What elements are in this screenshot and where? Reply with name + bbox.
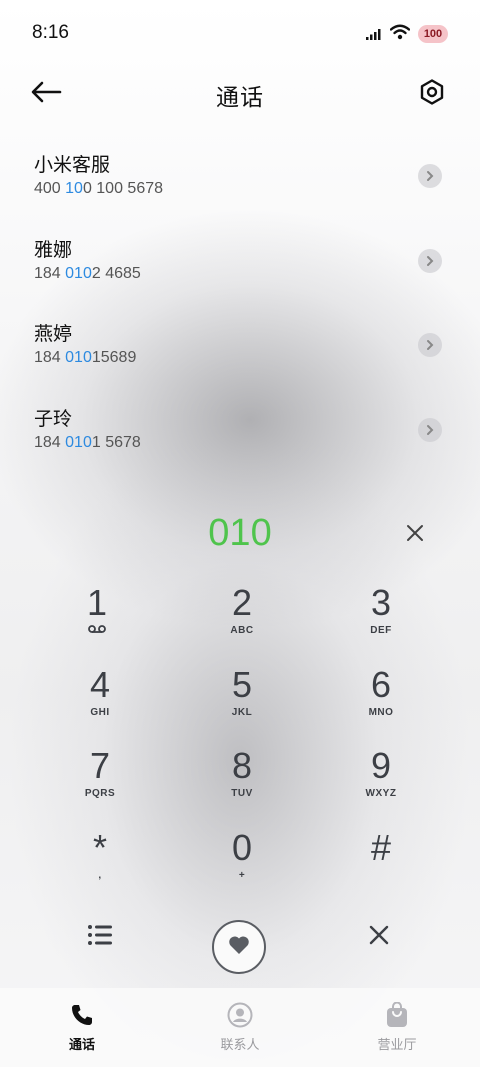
key-7[interactable]: 7 PQRS: [52, 745, 148, 815]
key-4[interactable]: 4 GHI: [52, 664, 148, 734]
bottom-tab-bar: 通话 联系人 营业厅: [0, 988, 480, 1067]
delete-button[interactable]: [364, 922, 394, 952]
result-row[interactable]: 燕婷 184 01015689: [0, 297, 480, 381]
key-0[interactable]: 0 +: [194, 827, 290, 897]
contact-name: 雅娜: [34, 239, 73, 261]
call-button[interactable]: [212, 920, 266, 974]
search-results-list: 小米客服 400 100 100 5678 雅娜 184 0102 4685 燕…: [0, 128, 480, 468]
status-icons: 100: [366, 22, 448, 46]
phone-icon: [32, 1000, 132, 1030]
delete-icon: [369, 925, 389, 949]
contact-name: 小米客服: [34, 154, 111, 176]
key-2[interactable]: 2 ABC: [194, 582, 290, 652]
row-detail-button[interactable]: [418, 333, 442, 357]
contact-name: 子玲: [34, 408, 73, 430]
chevron-right-icon: [425, 167, 435, 186]
chevron-right-icon: [425, 421, 435, 440]
list-icon: [87, 924, 113, 950]
contact-number: 184 0102 4685: [34, 265, 141, 282]
contact-number: 184 01015689: [34, 349, 137, 366]
close-icon: [406, 524, 424, 546]
row-detail-button[interactable]: [418, 249, 442, 273]
tab-contacts[interactable]: 联系人: [190, 1000, 290, 1053]
clear-input-button[interactable]: [400, 520, 430, 550]
result-row[interactable]: 子玲 184 0101 5678: [0, 382, 480, 466]
tab-calls[interactable]: 通话: [32, 1000, 132, 1053]
key-6[interactable]: 6 MNO: [333, 664, 429, 734]
voicemail-icon: [49, 624, 145, 639]
chevron-right-icon: [425, 336, 435, 355]
wifi-icon: [389, 24, 411, 44]
tab-store[interactable]: 营业厅: [347, 1000, 447, 1053]
key-5[interactable]: 5 JKL: [194, 664, 290, 734]
shopping-bag-icon: [347, 1000, 447, 1030]
page-title: 通话: [216, 85, 264, 111]
result-row[interactable]: 雅娜 184 0102 4685: [0, 213, 480, 297]
row-detail-button[interactable]: [418, 418, 442, 442]
key-8[interactable]: 8 TUV: [194, 745, 290, 815]
chevron-right-icon: [425, 252, 435, 271]
contact-icon: [190, 1000, 290, 1030]
status-time: 8:16: [32, 22, 69, 43]
settings-button[interactable]: [414, 76, 450, 112]
key-star[interactable]: * ,: [52, 827, 148, 897]
key-hash[interactable]: #: [333, 827, 429, 897]
heart-icon: [228, 935, 250, 959]
result-row[interactable]: 小米客服 400 100 100 5678: [0, 128, 480, 212]
key-9[interactable]: 9 WXYZ: [333, 745, 429, 815]
dial-keypad: 1 2 ABC 3 DEF 4 GHI 5 JKL 6 MNO 7 PQRS 8…: [0, 582, 480, 902]
signal-icon: [366, 25, 382, 44]
settings-icon: [418, 78, 446, 110]
key-1[interactable]: 1: [49, 582, 145, 652]
row-detail-button[interactable]: [418, 164, 442, 188]
battery-indicator: 100: [418, 25, 448, 43]
contact-number: 184 0101 5678: [34, 434, 141, 451]
key-3[interactable]: 3 DEF: [333, 582, 429, 652]
menu-button[interactable]: [84, 922, 116, 952]
contact-number: 400 100 100 5678: [34, 180, 164, 197]
contact-name: 燕婷: [34, 323, 73, 345]
